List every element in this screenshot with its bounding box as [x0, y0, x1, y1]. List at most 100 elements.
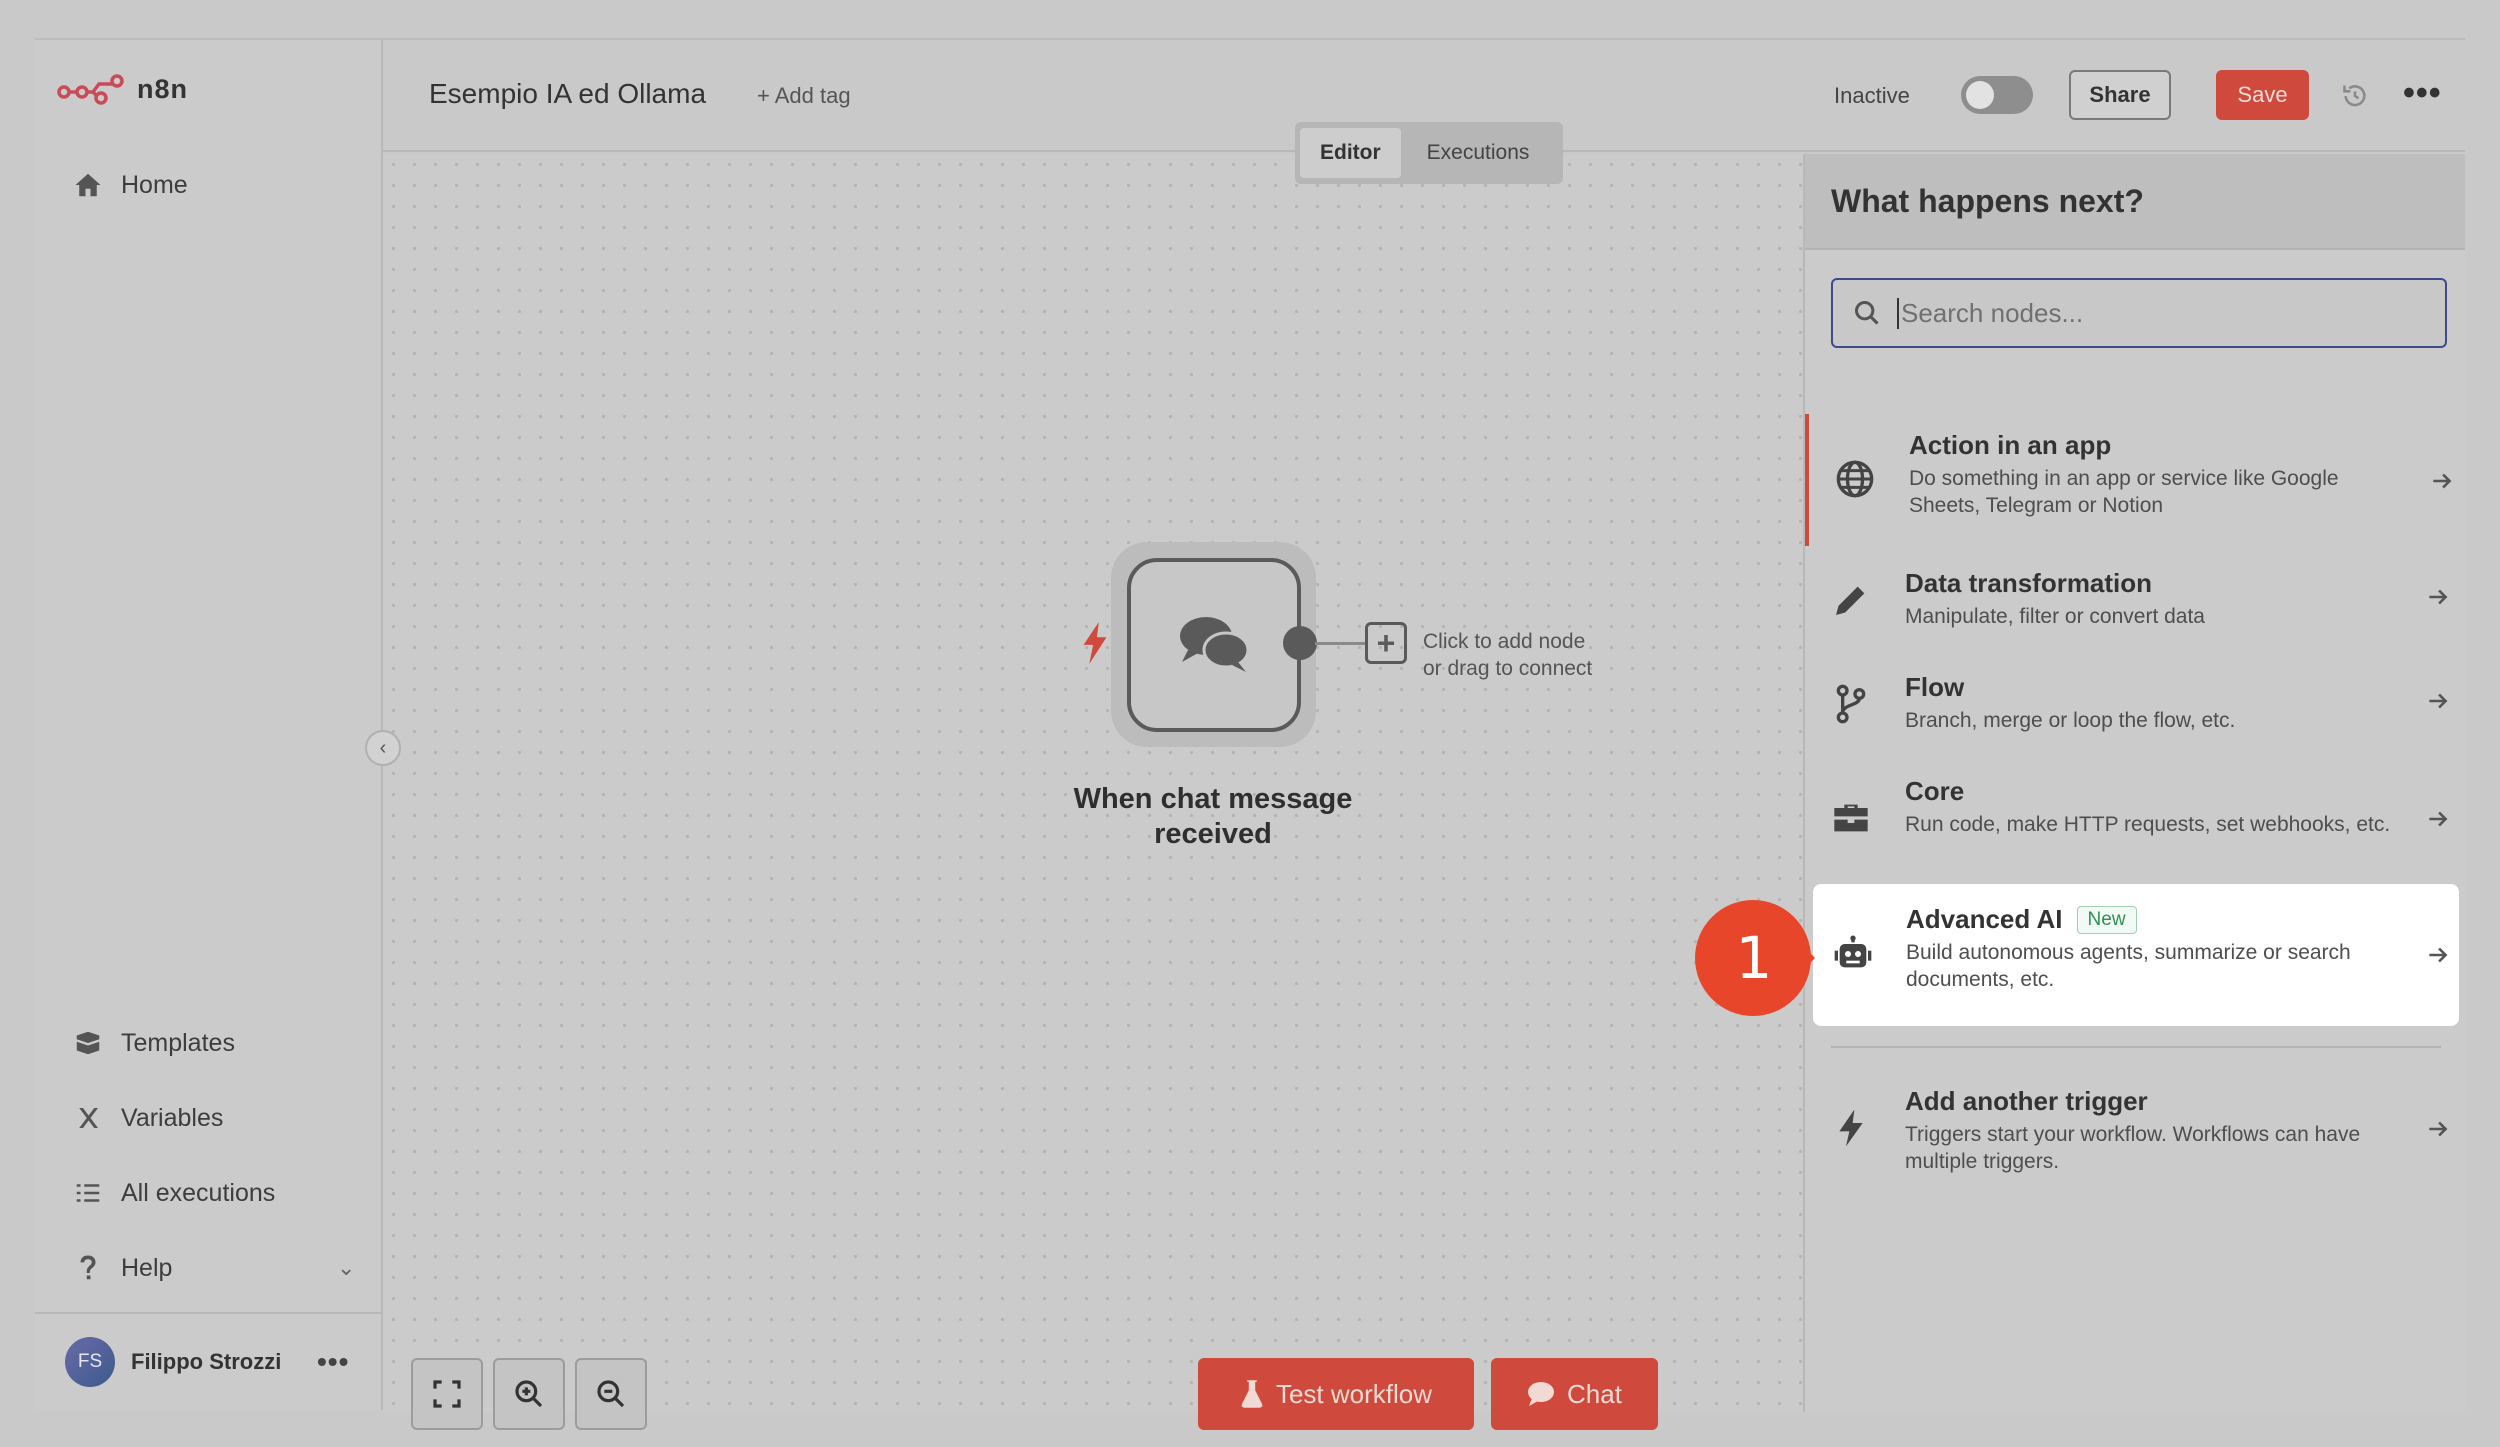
chat-trigger-node-body[interactable] [1127, 558, 1301, 732]
n8n-app: n8n Home Templates Variables All executi… [35, 38, 2465, 1430]
chevron-left-icon: ‹ [379, 736, 387, 759]
node-creator-panel: What happens next? Action in an app Do s… [1803, 154, 2465, 1412]
chevron-down-icon: ⌄ [337, 1255, 356, 1280]
category-flow[interactable]: Flow Branch, merge or loop the flow, etc… [1805, 650, 2467, 754]
mode-tabs: Editor Executions [1295, 122, 1563, 184]
category-description: Run code, make HTTP requests, set webhoo… [1905, 813, 2391, 836]
templates-icon [76, 1031, 100, 1055]
category-title: Advanced AI New [1906, 904, 2396, 935]
add-node-button[interactable]: + [1365, 622, 1407, 664]
connector-line [1315, 642, 1365, 645]
category-description: Manipulate, filter or convert data [1905, 605, 2205, 628]
fit-view-icon [433, 1380, 461, 1408]
avatar: FS [65, 1337, 115, 1387]
arrow-right-icon [2429, 693, 2448, 709]
add-node-hint-line1: Click to add node [1423, 630, 1586, 653]
category-description: Branch, merge or loop the flow, etc. [1905, 709, 2236, 732]
user-name: Filippo Strozzi [131, 1349, 282, 1374]
chat-bubbles-icon [1180, 617, 1250, 672]
test-workflow-label: Test workflow [1275, 1378, 1433, 1409]
arrow-right-icon [2429, 589, 2448, 605]
category-title: Add another trigger [1905, 1086, 2148, 1116]
divider [1831, 1046, 2441, 1048]
panel-title: What happens next? [1805, 154, 2465, 250]
tab-executions[interactable]: Executions [1407, 128, 1550, 178]
share-button[interactable]: Share [2069, 70, 2171, 120]
help-icon [80, 1255, 96, 1280]
workflow-canvas[interactable]: + Click to add node or drag to connect W… [383, 154, 1803, 1430]
executions-list-icon [76, 1184, 100, 1202]
variables-icon [79, 1108, 98, 1128]
sidebar-item-home[interactable]: Home [73, 170, 188, 200]
arrow-right-icon [2433, 473, 2452, 489]
arrow-right-icon [2429, 947, 2448, 963]
sidebar-item-label: Home [121, 170, 188, 199]
branch-icon [1836, 684, 1866, 724]
save-button[interactable]: Save [2216, 70, 2309, 120]
add-node-hint: Click to add node or drag to connect [1423, 628, 1592, 682]
test-workflow-button[interactable]: Test workflow [1198, 1358, 1474, 1430]
sidebar-item-label: Variables [121, 1103, 224, 1132]
user-more-icon[interactable]: ••• [317, 1346, 349, 1378]
sidebar-item-variables[interactable]: Variables [73, 1103, 223, 1133]
sidebar-item-label: Help [121, 1253, 173, 1282]
category-title: Action in an app [1909, 430, 2112, 460]
sidebar-item-templates[interactable]: Templates [73, 1028, 235, 1058]
pen-icon [1836, 586, 1865, 615]
workflow-status-label: Inactive [1834, 83, 1910, 108]
n8n-logo-icon [57, 74, 124, 105]
category-description: Triggers start your workflow. Workflows … [1905, 1123, 2361, 1173]
search-box[interactable] [1831, 278, 2447, 348]
user-menu[interactable]: FS Filippo Strozzi ••• [35, 1312, 381, 1410]
workflow-title[interactable]: Esempio IA ed Ollama [429, 78, 706, 110]
step-callout-number: 1 [1735, 924, 1773, 992]
zoom-to-fit-button[interactable] [411, 1358, 483, 1430]
category-title: Flow [1905, 672, 1965, 702]
category-add-another-trigger[interactable]: Add another trigger Triggers start your … [1805, 1066, 2467, 1198]
sidebar-item-label: All executions [121, 1178, 276, 1207]
logo[interactable]: n8n [57, 72, 188, 106]
node-label: When chat message received [1073, 783, 1353, 850]
trigger-bolt-icon [1083, 622, 1107, 664]
add-node-hint-line2: or drag to connect [1423, 657, 1593, 680]
arrow-right-icon [2429, 811, 2448, 827]
collapse-sidebar-button[interactable]: ‹ [365, 730, 401, 766]
chat-button[interactable]: Chat [1491, 1358, 1658, 1430]
category-core[interactable]: Core Run code, make HTTP requests, set w… [1805, 754, 2467, 884]
activate-toggle[interactable] [1961, 76, 2033, 114]
sidebar: n8n Home Templates Variables All executi… [35, 40, 383, 1410]
category-title: Data transformation [1905, 568, 2153, 598]
logo-text: n8n [137, 73, 189, 104]
sidebar-item-label: Templates [121, 1028, 235, 1057]
chat-icon [1528, 1382, 1555, 1406]
category-title-text: Advanced AI [1906, 904, 2063, 934]
category-action-in-an-app[interactable]: Action in an app Do something in an app … [1805, 414, 2467, 546]
zoom-controls [411, 1358, 647, 1430]
more-options-icon[interactable]: ••• [2403, 74, 2442, 113]
category-advanced-ai[interactable]: Advanced AI New Build autonomous agents,… [1813, 884, 2459, 1026]
flask-icon [1241, 1380, 1263, 1408]
robot-icon [1834, 935, 1872, 968]
globe-icon [1836, 460, 1874, 498]
plus-icon: + [1376, 624, 1396, 661]
home-icon [75, 173, 101, 197]
history-icon[interactable] [2341, 82, 2369, 110]
category-title: Core [1905, 776, 1965, 806]
sidebar-item-all-executions[interactable]: All executions [73, 1178, 275, 1208]
zoom-out-button[interactable] [575, 1358, 647, 1430]
toolbox-icon [1834, 804, 1868, 832]
node-output-handle[interactable] [1283, 626, 1317, 660]
new-badge: New [2076, 905, 2137, 934]
sidebar-item-help[interactable]: Help ⌄ [73, 1253, 355, 1283]
search-icon [1854, 300, 1879, 325]
zoom-in-button[interactable] [493, 1358, 565, 1430]
search-input[interactable] [1897, 297, 2437, 329]
chat-button-label: Chat [1567, 1378, 1622, 1409]
zoom-out-icon [597, 1380, 625, 1408]
add-tag-link[interactable]: + Add tag [757, 83, 851, 109]
category-data-transformation[interactable]: Data transformation Manipulate, filter o… [1805, 546, 2467, 650]
category-description: Do something in an app or service like G… [1909, 467, 2339, 517]
bolt-icon [1839, 1109, 1863, 1147]
tab-editor[interactable]: Editor [1300, 128, 1401, 178]
zoom-in-icon [515, 1380, 543, 1408]
